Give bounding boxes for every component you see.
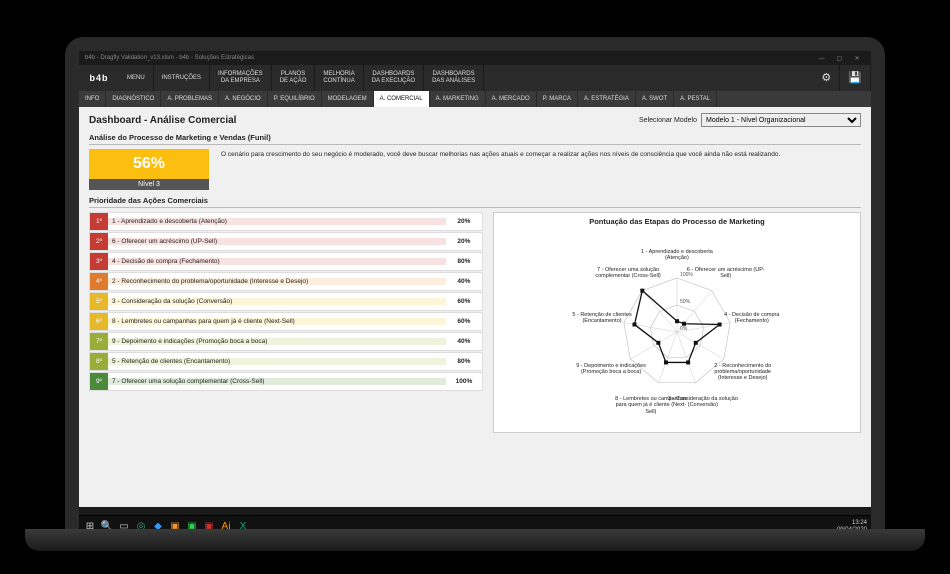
priority-rank: 6º	[90, 313, 108, 330]
priority-label: 9 - Depoimento e indicações (Promoção bo…	[108, 338, 446, 345]
score-value: 56%	[89, 149, 209, 179]
priority-rank: 5º	[90, 293, 108, 310]
toolbar-button[interactable]: DASHBOARDSDA EXECUÇÃO	[364, 65, 424, 91]
priority-percent: 100%	[446, 378, 482, 385]
funnel-section-title: Análise do Processo de Marketing e Venda…	[89, 133, 861, 145]
radar-axis-label: 9 - Depoimento e indicações (Promoção bo…	[571, 363, 651, 375]
priority-label: 1 - Aprendizado e descoberta (Atenção)	[108, 218, 446, 225]
model-selector[interactable]: Modelo 1 - Nível Organizacional	[701, 113, 861, 127]
priority-label: 8 - Lembretes ou campanhas para quem já …	[108, 318, 446, 325]
priority-row: 7º9 - Depoimento e indicações (Promoção …	[89, 332, 483, 351]
priority-label: 2 - Reconhecimento do problema/oportunid…	[108, 278, 446, 285]
priority-row: 1º1 - Aprendizado e descoberta (Atenção)…	[89, 212, 483, 231]
search-icon[interactable]: 🔍	[100, 520, 114, 534]
score-level: Nível 3	[89, 179, 209, 190]
priority-label: 4 - Decisão de compra (Fechamento)	[108, 258, 446, 265]
priority-rank: 4º	[90, 273, 108, 290]
priority-percent: 60%	[446, 318, 482, 325]
priority-label: 5 - Retenção de clientes (Encantamento)	[108, 358, 446, 365]
close-icon[interactable]: ✕	[849, 55, 865, 62]
toolbar-button[interactable]: PLANOSDE AÇÃO	[272, 65, 316, 91]
task-view-icon[interactable]: ▭	[117, 520, 131, 534]
nav-tab[interactable]: DIAGNÓSTICO	[106, 91, 161, 107]
nav-tab[interactable]: A. ESTRATÉGIA	[578, 91, 636, 107]
priority-percent: 80%	[446, 258, 482, 265]
save-button[interactable]: 💾	[840, 65, 871, 91]
nav-tab[interactable]: P. MARCA	[537, 91, 578, 107]
priority-rank: 7º	[90, 333, 108, 350]
nav-tab[interactable]: A. SWOT	[636, 91, 674, 107]
gear-icon: ⚙	[821, 72, 831, 84]
toolbar-button[interactable]: INSTRUÇÕES	[154, 65, 210, 91]
svg-text:0%: 0%	[680, 326, 688, 332]
taskbar-time: 13:24	[837, 520, 867, 527]
priority-rank: 9º	[90, 373, 108, 390]
priority-label: 7 - Oferecer uma solução complementar (C…	[108, 378, 446, 385]
radar-chart-title: Pontuação das Etapas do Processo de Mark…	[498, 217, 856, 226]
nav-tab[interactable]: MODELAGEM	[322, 91, 374, 107]
priority-percent: 40%	[446, 338, 482, 345]
page-title: Dashboard - Análise Comercial	[89, 115, 236, 126]
nav-tab[interactable]: A. PESTAL	[674, 91, 717, 107]
nav-tab[interactable]: A. MERCADO	[486, 91, 537, 107]
priority-percent: 40%	[446, 278, 482, 285]
priority-row: 6º8 - Lembretes ou campanhas para quem j…	[89, 312, 483, 331]
priority-row: 5º3 - Consideração da solução (Conversão…	[89, 292, 483, 311]
toolbar-button[interactable]: MENU	[119, 65, 154, 91]
nav-tab[interactable]: INFO	[79, 91, 106, 107]
toolbar-button[interactable]: INFORMAÇÕESDA EMPRESA	[210, 65, 272, 91]
radar-axis-label: 5 - Retenção de clientes (Encantamento)	[562, 312, 642, 324]
priority-rank: 3º	[90, 253, 108, 270]
minimize-icon[interactable]: —	[814, 56, 830, 62]
radar-axis-label: 7 - Oferecer uma solução complementar (C…	[588, 267, 668, 279]
logo: b4b	[79, 73, 119, 83]
radar-axis-label: 2 - Reconhecimento do problema/oportunid…	[703, 363, 783, 381]
priority-rank: 2º	[90, 233, 108, 250]
priority-percent: 20%	[446, 218, 482, 225]
radar-axis-label: 1 - Aprendizado e descoberta (Atenção)	[637, 249, 717, 261]
maximize-icon[interactable]: ▢	[831, 55, 847, 62]
taskbar-app-icon[interactable]: Ai	[219, 520, 233, 534]
priority-row: 8º5 - Retenção de clientes (Encantamento…	[89, 352, 483, 371]
save-icon: 💾	[848, 72, 862, 84]
priority-rank: 1º	[90, 213, 108, 230]
nav-tab[interactable]: A. COMERCIAL	[374, 91, 430, 107]
taskbar-app-icon[interactable]: X	[236, 520, 250, 534]
priority-percent: 20%	[446, 238, 482, 245]
priorities-section-title: Prioridade das Ações Comerciais	[89, 196, 861, 208]
nav-tab[interactable]: A. PROBLEMAS	[161, 91, 219, 107]
score-description: O cenário para crescimento do seu negóci…	[217, 149, 861, 190]
priority-label: 3 - Consideração da solução (Conversão)	[108, 298, 446, 305]
priority-percent: 60%	[446, 298, 482, 305]
window-title: b4b - Dragfly Validation_v13.xlsm - b4b …	[85, 55, 254, 61]
start-icon[interactable]: ⊞	[83, 520, 97, 534]
radar-axis-label: 6 - Oferecer um acréscimo (UP-Sell)	[686, 267, 766, 279]
taskbar-app-icon[interactable]: ◆	[151, 520, 165, 534]
taskbar-app-icon[interactable]: ◎	[134, 520, 148, 534]
priority-label: 6 - Oferecer um acréscimo (UP-Sell)	[108, 238, 446, 245]
taskbar-app-icon[interactable]: ▣	[202, 520, 216, 534]
priority-row: 2º6 - Oferecer um acréscimo (UP-Sell)20%	[89, 232, 483, 251]
radar-axis-label: 4 - Decisão de compra (Fechamento)	[712, 312, 792, 324]
model-selector-label: Selecionar Modelo	[639, 117, 697, 124]
radar-chart: 0%50%100%1 - Aprendizado e descoberta (A…	[498, 228, 856, 428]
nav-tab[interactable]: P. EQUILÍBRIO	[268, 91, 322, 107]
toolbar-button[interactable]: MELHORIACONTÍNUA	[315, 65, 363, 91]
priority-row: 4º2 - Reconhecimento do problema/oportun…	[89, 272, 483, 291]
taskbar-date: 09/04/2020	[837, 527, 867, 534]
taskbar-app-icon[interactable]: ▣	[185, 520, 199, 534]
nav-tab[interactable]: A. NEGÓCIO	[219, 91, 268, 107]
priority-row: 3º4 - Decisão de compra (Fechamento)80%	[89, 252, 483, 271]
priority-row: 9º7 - Oferecer uma solução complementar …	[89, 372, 483, 391]
radar-axis-label: 8 - Lembretes ou campanhas para quem já …	[611, 396, 691, 414]
taskbar-app-icon[interactable]: ▣	[168, 520, 182, 534]
priority-percent: 80%	[446, 358, 482, 365]
priority-rank: 8º	[90, 353, 108, 370]
svg-text:50%: 50%	[680, 299, 691, 305]
nav-tab[interactable]: A. MARKETING	[430, 91, 486, 107]
toolbar-button[interactable]: DASHBOARDSDAS ANÁLISES	[424, 65, 484, 91]
settings-button[interactable]: ⚙	[813, 65, 840, 91]
